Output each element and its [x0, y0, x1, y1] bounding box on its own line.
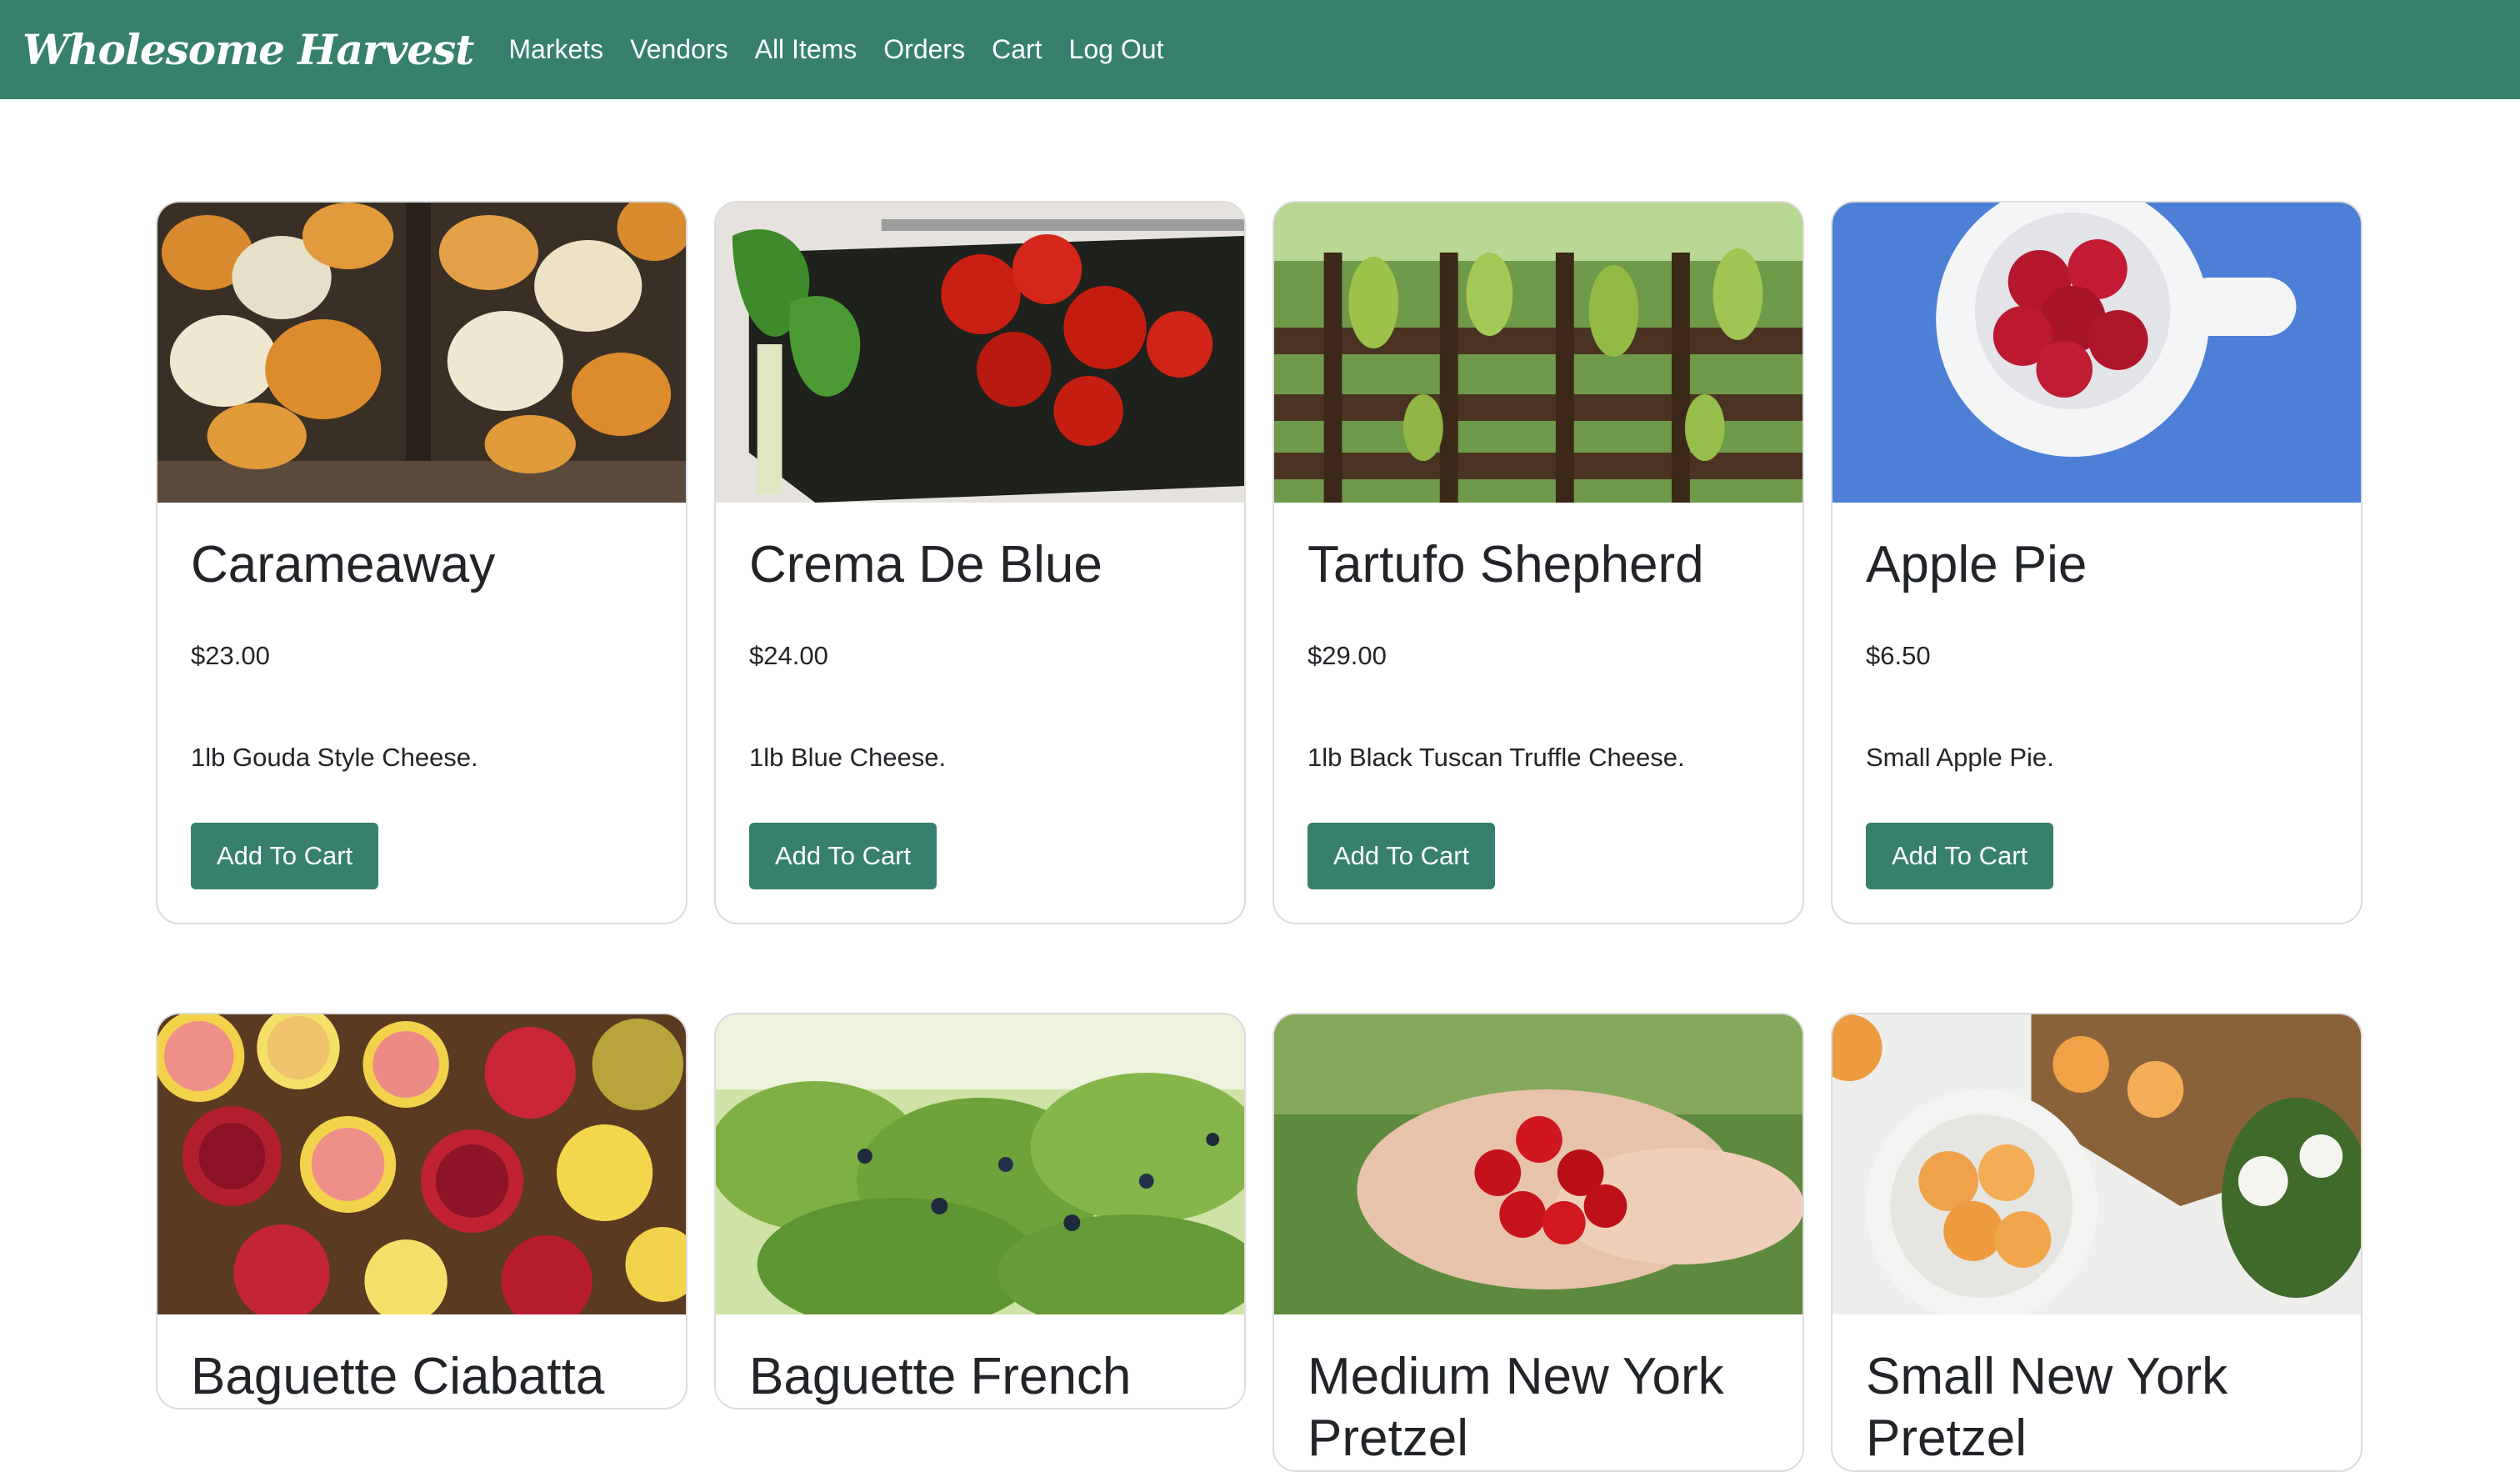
product-card: Tartufo Shepherd $29.00 1lb Black Tuscan… [1272, 201, 1804, 925]
apricots-photo [1832, 1014, 2361, 1314]
nav-link-cart[interactable]: Cart [992, 34, 1042, 65]
tomatoes-photo [716, 203, 1244, 503]
product-card: Crema De Blue $24.00 1lb Blue Cheese. Ad… [714, 201, 1246, 925]
add-to-cart-button[interactable]: Add To Cart [749, 823, 938, 890]
grapevine-photo [1274, 203, 1802, 503]
product-price: $29.00 [1308, 641, 1387, 671]
cherries-hands-photo [1274, 1014, 1802, 1314]
product-name: Medium New York Pretzel [1308, 1348, 1724, 1468]
product-card: Carameaway $23.00 1lb Gouda Style Cheese… [156, 201, 688, 925]
product-name: Carameaway [191, 536, 496, 593]
add-to-cart-button[interactable]: Add To Cart [1308, 823, 1496, 890]
product-name: Baguette Ciabatta [191, 1348, 605, 1405]
nav-link-all-items[interactable]: All Items [755, 34, 858, 65]
product-card: Small New York Pretzel [1831, 1013, 2362, 1472]
citrus-pomegranate-photo [158, 1014, 686, 1314]
product-name: Small New York Pretzel [1866, 1348, 2228, 1468]
product-description: 1lb Blue Cheese. [749, 743, 947, 773]
product-description: 1lb Gouda Style Cheese. [191, 743, 478, 773]
product-description: 1lb Black Tuscan Truffle Cheese. [1308, 743, 1685, 773]
blueberry-bush-photo [716, 1014, 1244, 1314]
product-price: $6.50 [1866, 641, 1931, 671]
add-to-cart-button[interactable]: Add To Cart [1866, 823, 2054, 890]
product-name: Baguette French [749, 1348, 1132, 1405]
product-card: Apple Pie $6.50 Small Apple Pie. Add To … [1831, 201, 2362, 925]
pumpkins-photo [158, 203, 686, 503]
nav-link-vendors[interactable]: Vendors [630, 34, 728, 65]
product-price: $24.00 [749, 641, 828, 671]
brand-logo[interactable]: Wholesome Harvest [22, 25, 474, 74]
nav-link-log-out[interactable]: Log Out [1069, 34, 1164, 65]
nav-link-orders[interactable]: Orders [883, 34, 965, 65]
nav-link-markets[interactable]: Markets [508, 34, 603, 65]
product-card: Baguette French [714, 1013, 1246, 1410]
raspberries-photo [1832, 203, 2361, 503]
product-card: Medium New York Pretzel [1272, 1013, 1804, 1472]
product-price: $23.00 [191, 641, 270, 671]
product-card: Baguette Ciabatta [156, 1013, 688, 1410]
product-description: Small Apple Pie. [1866, 743, 2054, 773]
product-name: Tartufo Shepherd [1308, 536, 1704, 593]
product-name: Crema De Blue [749, 536, 1102, 593]
add-to-cart-button[interactable]: Add To Cart [191, 823, 379, 890]
product-name: Apple Pie [1866, 536, 2088, 593]
navbar: Wholesome Harvest Markets Vendors All It… [0, 0, 2520, 99]
